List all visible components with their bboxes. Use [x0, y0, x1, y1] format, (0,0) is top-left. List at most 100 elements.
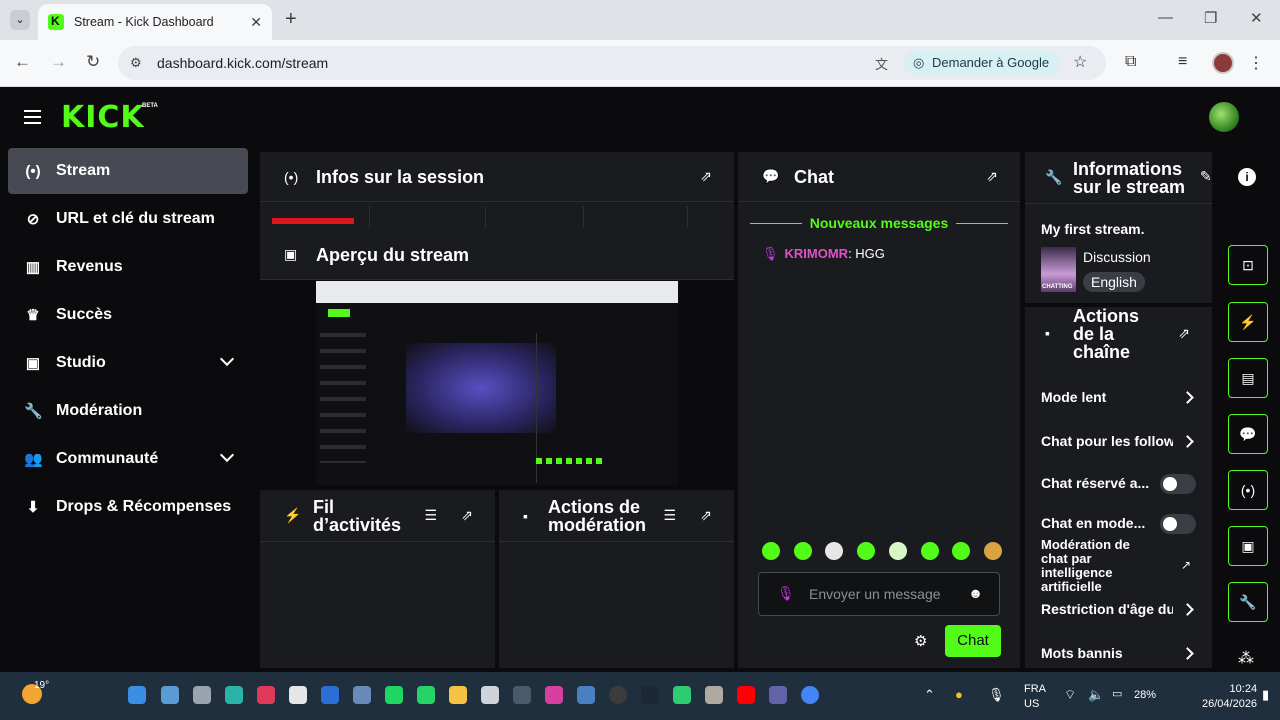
followers-chat-item[interactable]: Chat pour les follow [1041, 433, 1173, 449]
sidebar-item-url-key[interactable]: ⊘ URL et clé du stream [8, 196, 248, 242]
lightning-tool-button[interactable]: ⚡ [1228, 302, 1268, 342]
edit-pencil-icon[interactable]: ✎ [1200, 168, 1212, 185]
app-icon[interactable] [513, 686, 531, 704]
chat-settings-gear-icon[interactable]: ⚙ [914, 632, 927, 650]
studio-tool-button[interactable]: ▣ [1228, 526, 1268, 566]
app-icon[interactable] [705, 686, 723, 704]
bookmark-star-icon[interactable]: ☆ [1073, 52, 1087, 72]
popout-icon[interactable]: ⇗ [1178, 325, 1190, 342]
emoji-icon[interactable]: ☻ [968, 585, 983, 601]
chat-username[interactable]: KRIMOMR [785, 246, 849, 261]
user-avatar[interactable] [1209, 102, 1239, 132]
filter-icon[interactable]: ☰ [424, 507, 437, 524]
tray-app-icon[interactable]: ● [955, 687, 963, 702]
tray-overflow-icon[interactable]: ⌃ [924, 687, 935, 703]
emote-icon[interactable] [825, 542, 844, 560]
notes-tool-button[interactable]: ▤ [1228, 358, 1268, 398]
keyboard-language[interactable]: FRA US [1024, 682, 1046, 712]
site-info-icon[interactable]: ⚙ [130, 55, 142, 71]
forward-icon[interactable]: → [50, 52, 67, 72]
more-icon[interactable]: ⁂ [1238, 648, 1254, 668]
volume-icon[interactable]: 🔈 [1088, 687, 1104, 703]
sidebar-item-drops[interactable]: ⬇ Drops & Récompenses [8, 484, 248, 530]
notifications-icon[interactable]: ▮ [1262, 687, 1269, 703]
mail-icon[interactable] [321, 686, 339, 704]
emote-icon[interactable] [888, 542, 907, 560]
browser-profile-avatar[interactable] [1212, 52, 1234, 74]
chrome-icon[interactable] [801, 686, 819, 704]
close-tab-icon[interactable]: ✕ [250, 14, 262, 31]
popout-icon[interactable]: ⇗ [700, 507, 712, 524]
emote-icon[interactable] [952, 542, 971, 560]
spotify-icon[interactable] [385, 686, 403, 704]
sidebar-item-achievements[interactable]: ♛ Succès [8, 292, 248, 338]
edge-icon[interactable] [225, 686, 243, 704]
app-icon[interactable] [577, 686, 595, 704]
emote-icon[interactable] [762, 542, 780, 560]
send-chat-button[interactable]: Chat [945, 625, 1001, 657]
camera-icon[interactable] [353, 686, 371, 704]
sidebar-item-revenue[interactable]: ▥ Revenus [8, 244, 248, 290]
emote-icon[interactable] [857, 542, 876, 560]
teams-icon[interactable] [769, 686, 787, 704]
popout-icon[interactable]: ⇗ [700, 168, 712, 185]
subscribers-chat-toggle[interactable] [1160, 474, 1196, 494]
popout-icon[interactable]: ⇗ [461, 507, 473, 524]
instagram-icon[interactable] [545, 686, 563, 704]
popout-icon[interactable]: ⇗ [986, 168, 998, 185]
browser-tab[interactable]: Stream - Kick Dashboard ✕ [38, 4, 272, 40]
chevron-down-icon[interactable] [219, 447, 235, 463]
chat-tool-button[interactable]: 💬 [1228, 414, 1268, 454]
sidebar-item-studio[interactable]: ▣ Studio [8, 340, 248, 386]
emote-icon[interactable] [793, 542, 812, 560]
capture-tool-button[interactable]: ⊡ [1228, 245, 1268, 285]
whatsapp-icon[interactable] [417, 686, 435, 704]
new-messages-divider[interactable]: Nouveaux messages [750, 215, 1008, 233]
emote-icon[interactable] [920, 542, 939, 560]
chat-message-input[interactable]: 🎙 Envoyer un message ☻ [758, 572, 1000, 616]
browser-menu-icon[interactable]: ⋮ [1248, 53, 1264, 73]
info-icon[interactable]: i [1238, 168, 1256, 186]
broadcast-tool-button[interactable]: (•) [1228, 470, 1268, 510]
menu-icon[interactable] [24, 110, 41, 124]
extensions-icon[interactable]: ⧉ [1125, 53, 1136, 71]
ai-moderation-item[interactable]: Modération de chat par intelligence arti… [1041, 538, 1196, 594]
restore-icon[interactable]: ❐ [1204, 9, 1217, 27]
banned-words-item[interactable]: Mots bannis [1041, 645, 1196, 661]
media-player-icon[interactable] [481, 686, 499, 704]
external-link-icon[interactable]: ↗ [1181, 558, 1191, 572]
microphone-tray-icon[interactable]: 🎙 [988, 687, 1005, 703]
sidebar-item-moderation[interactable]: 🔧 Modération [8, 388, 248, 434]
sidebar-item-community[interactable]: 👥 Communauté [8, 436, 248, 482]
chat-mode-toggle[interactable] [1160, 514, 1196, 534]
minimize-icon[interactable]: — [1158, 9, 1173, 26]
reload-icon[interactable]: ↻ [86, 52, 100, 72]
kick-logo[interactable]: KICK [61, 100, 145, 135]
wrench-tool-button[interactable]: 🔧 [1228, 582, 1268, 622]
youtube-icon[interactable] [737, 686, 755, 704]
close-window-icon[interactable]: ✕ [1250, 9, 1263, 27]
app-icon[interactable] [289, 686, 307, 704]
clock[interactable]: 10:24 26/04/2026 [1202, 682, 1257, 712]
tab-search-icon[interactable]: ⌄ [10, 10, 30, 30]
battery-icon[interactable]: ▭ [1112, 687, 1122, 700]
chevron-down-icon[interactable] [219, 351, 235, 367]
filter-icon[interactable]: ☰ [663, 507, 676, 524]
obs-icon[interactable] [609, 686, 627, 704]
start-icon[interactable] [128, 686, 146, 704]
url-text[interactable]: dashboard.kick.com/stream [157, 55, 328, 71]
new-tab-icon[interactable]: + [285, 8, 297, 31]
omnibox[interactable]: ⚙ dashboard.kick.com/stream 文 ◎ Demander … [118, 46, 1106, 80]
steam-icon[interactable] [641, 686, 659, 704]
translate-icon[interactable]: 文 [875, 54, 888, 73]
slow-mode-item[interactable]: Mode lent [1041, 389, 1196, 405]
media-queue-icon[interactable]: ≡ [1178, 53, 1187, 71]
emote-icon[interactable] [983, 542, 1002, 560]
stream-preview-video[interactable] [316, 281, 678, 485]
back-icon[interactable]: ← [14, 52, 31, 72]
age-restriction-item[interactable]: Restriction d'âge du [1041, 601, 1173, 617]
ask-google-button[interactable]: ◎ Demander à Google [904, 50, 1060, 76]
pinterest-icon[interactable] [257, 686, 275, 704]
search-icon[interactable] [161, 686, 179, 704]
wifi-icon[interactable]: ⌔ [1064, 687, 1076, 703]
